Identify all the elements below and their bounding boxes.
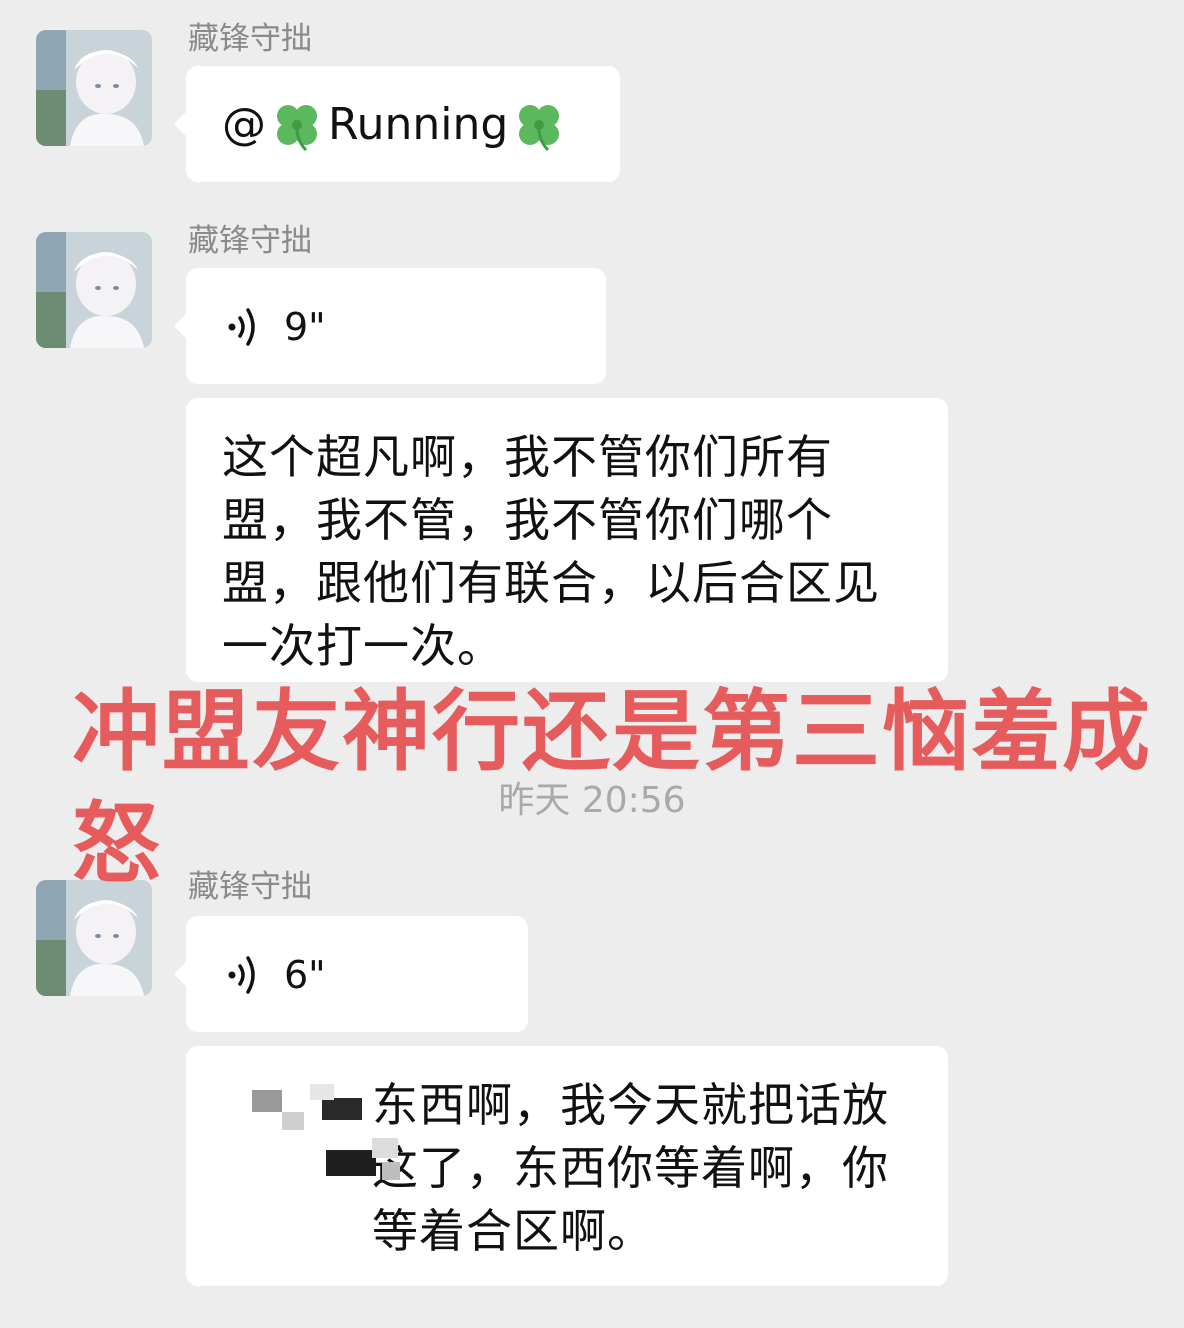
mosaic-redaction-icon bbox=[222, 1076, 372, 1140]
sender-name: 藏锋守拙 bbox=[188, 223, 312, 259]
message-bubble-text[interactable]: 东西啊，我今天就把话放这了，东西你等着啊，你等着合区啊。 bbox=[186, 1046, 948, 1286]
voice-message-bubble[interactable]: 6" bbox=[174, 916, 528, 1032]
sender-avatar[interactable] bbox=[36, 30, 152, 146]
overlay-caption: 冲盟友神行还是第三恼羞成怒 bbox=[72, 680, 1153, 895]
four-leaf-clover-icon bbox=[277, 105, 317, 152]
sender-avatar[interactable] bbox=[36, 232, 152, 348]
voice-duration: 9" bbox=[284, 305, 326, 349]
avatar-image bbox=[36, 30, 152, 146]
voice-message-bubble[interactable]: 9" bbox=[174, 268, 606, 384]
message-text: 这个超凡啊，我不管你们所有盟，我不管，我不管你们哪个盟，跟他们有联合，以后合区见… bbox=[222, 430, 880, 673]
mosaic-redaction-icon bbox=[222, 1136, 422, 1196]
message-bubble-text[interactable]: 这个超凡啊，我不管你们所有盟，我不管，我不管你们哪个盟，跟他们有联合，以后合区见… bbox=[186, 398, 948, 682]
voice-wave-icon bbox=[228, 956, 255, 994]
message-text-content: 东西啊，我今天就把话放这了，东西你等着啊，你等着合区啊。 bbox=[372, 1078, 889, 1258]
four-leaf-clover-icon bbox=[519, 105, 560, 152]
message-bubble-mention[interactable]: @ Running bbox=[174, 66, 620, 182]
mention-username: Running bbox=[328, 99, 509, 150]
sender-name: 藏锋守拙 bbox=[188, 21, 312, 57]
avatar-image bbox=[36, 232, 152, 348]
mention-at: @ bbox=[222, 99, 266, 150]
voice-wave-icon bbox=[228, 308, 255, 346]
voice-duration: 6" bbox=[284, 953, 326, 997]
mention-message: @ Running bbox=[222, 92, 570, 158]
